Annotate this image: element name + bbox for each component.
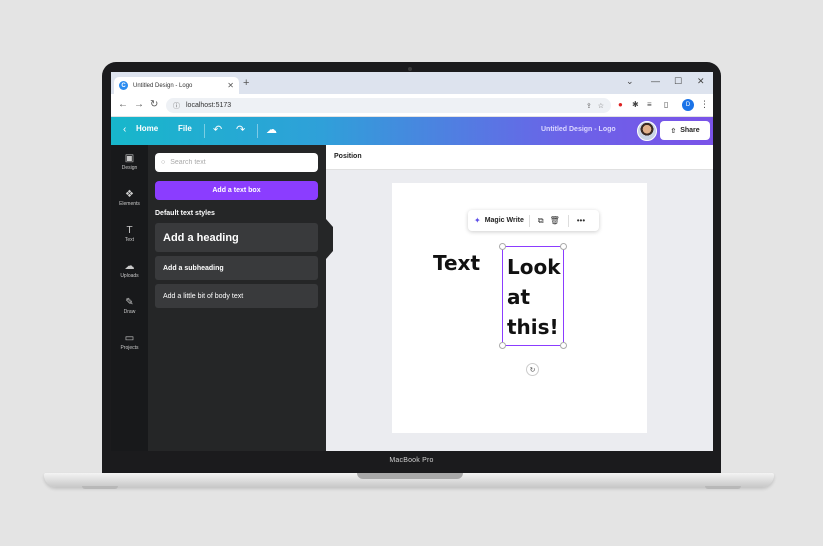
- browser-toolbar: ← → ↻ ⓘ localhost:5173 ⇪ ☆ ● ✱ ≡ ▯ D ⋮: [111, 94, 713, 117]
- browser-tabstrip: C Untitled Design - Logo ✕ + ⌄ — ☐ ✕: [111, 72, 713, 94]
- search-input[interactable]: [170, 159, 301, 166]
- omnibox[interactable]: ⓘ localhost:5173 ⇪ ☆: [166, 98, 611, 113]
- bookmark-star-icon[interactable]: ☆: [598, 102, 604, 110]
- add-subheading-button[interactable]: Add a subheading: [155, 256, 318, 280]
- search-box[interactable]: ○: [155, 153, 318, 172]
- tab-search-icon[interactable]: ⌄: [626, 76, 634, 87]
- share-label: Share: [680, 127, 700, 134]
- folder-icon: ▭: [124, 333, 135, 344]
- rail-item-uploads[interactable]: ☁ Uploads: [111, 261, 148, 279]
- layout-icon: ▣: [124, 153, 135, 164]
- pen-icon: ✎: [125, 297, 134, 308]
- context-toolbar: Position: [326, 145, 713, 170]
- editor-area: Position ✦ Magic Write ⧉ 🗑 ••• Text Look…: [326, 145, 713, 451]
- share-upload-icon: ⇧: [670, 127, 677, 135]
- resize-handle-top-right[interactable]: [560, 243, 567, 250]
- text-t-icon: T: [126, 225, 133, 236]
- selected-text-box[interactable]: Look at this!: [499, 243, 567, 349]
- share-page-icon[interactable]: ⇪: [586, 102, 592, 110]
- tab-title: Untitled Design - Logo: [133, 82, 193, 89]
- opera-extension-icon[interactable]: ●: [618, 100, 623, 109]
- shapes-icon: ❖: [125, 189, 134, 200]
- header-divider: [204, 124, 205, 138]
- maximize-icon[interactable]: ☐: [674, 76, 682, 87]
- profile-avatar[interactable]: D: [682, 99, 694, 111]
- cloud-save-icon[interactable]: ☁: [266, 123, 277, 136]
- resize-handle-bottom-right[interactable]: [560, 342, 567, 349]
- side-panel-icon[interactable]: ▯: [664, 100, 668, 109]
- site-info-icon[interactable]: ⓘ: [173, 101, 180, 111]
- duplicate-icon[interactable]: ⧉: [538, 216, 544, 226]
- cloud-upload-icon: ☁: [124, 261, 135, 272]
- chevron-left-icon[interactable]: ‹: [123, 124, 126, 135]
- laptop-foot-right: [705, 486, 741, 489]
- design-page[interactable]: ✦ Magic Write ⧉ 🗑 ••• Text Look at this!: [392, 183, 647, 433]
- add-body-text-button[interactable]: Add a little bit of body text: [155, 284, 318, 308]
- rotate-icon[interactable]: ↻: [526, 363, 539, 376]
- trash-icon[interactable]: 🗑: [550, 216, 560, 225]
- more-icon[interactable]: •••: [577, 216, 585, 225]
- back-icon[interactable]: ←: [118, 99, 128, 110]
- sparkle-icon: ✦: [474, 216, 481, 225]
- redo-icon[interactable]: ↷: [236, 123, 245, 136]
- tab-close-icon[interactable]: ✕: [227, 81, 234, 90]
- search-icon: ○: [161, 159, 166, 166]
- camera: [408, 67, 412, 71]
- undo-icon[interactable]: ↶: [213, 123, 222, 136]
- selected-text-line: this!: [507, 315, 559, 339]
- device-label: MacBook Pro: [389, 457, 434, 464]
- home-button[interactable]: Home: [136, 124, 158, 133]
- add-heading-button[interactable]: Add a heading: [155, 223, 318, 252]
- add-text-box-button[interactable]: Add a text box: [155, 181, 318, 200]
- rail-item-elements[interactable]: ❖ Elements: [111, 189, 148, 207]
- url-text: localhost:5173: [186, 102, 232, 109]
- app-header: ‹ Home File ↶ ↷ ☁ Untitled Design - Logo…: [111, 117, 713, 145]
- toolbar-divider: [528, 214, 530, 227]
- extensions-puzzle-icon[interactable]: ✱: [632, 100, 639, 109]
- minimize-icon[interactable]: —: [651, 76, 660, 86]
- file-menu-button[interactable]: File: [178, 124, 192, 133]
- user-avatar[interactable]: [637, 121, 657, 141]
- resize-handle-bottom-left[interactable]: [499, 342, 506, 349]
- side-rail: ▣ Design ❖ Elements T Text ☁ Uploads ✎ D…: [111, 145, 148, 451]
- laptop-chin: MacBook Pro: [102, 451, 721, 474]
- position-button[interactable]: Position: [334, 153, 362, 160]
- rail-item-text[interactable]: T Text: [111, 225, 148, 243]
- reload-icon[interactable]: ↻: [150, 99, 158, 110]
- floating-toolbar: ✦ Magic Write ⧉ 🗑 •••: [468, 210, 599, 231]
- close-window-icon[interactable]: ✕: [697, 76, 705, 87]
- toolbar-divider: [567, 214, 569, 227]
- selected-text-line: at: [507, 285, 531, 309]
- default-text-styles-heading: Default text styles: [155, 210, 215, 217]
- selected-text[interactable]: Look at this!: [507, 252, 561, 342]
- laptop-foot-left: [82, 486, 118, 489]
- text-panel: ○ Add a text box Default text styles Add…: [148, 145, 326, 451]
- rail-item-projects[interactable]: ▭ Projects: [111, 333, 148, 351]
- browser-menu-icon[interactable]: ⋮: [700, 99, 709, 110]
- forward-icon[interactable]: →: [134, 99, 144, 110]
- rail-item-design[interactable]: ▣ Design: [111, 153, 148, 171]
- screen: C Untitled Design - Logo ✕ + ⌄ — ☐ ✕ ← →…: [111, 72, 713, 451]
- canva-favicon-icon: C: [119, 81, 128, 90]
- laptop-notch: [357, 473, 463, 479]
- rail-item-draw[interactable]: ✎ Draw: [111, 297, 148, 315]
- browser-tab[interactable]: C Untitled Design - Logo ✕: [114, 77, 239, 94]
- reading-list-icon[interactable]: ≡: [647, 100, 652, 109]
- share-button[interactable]: ⇧ Share: [660, 121, 710, 140]
- magic-write-button[interactable]: Magic Write: [485, 217, 524, 224]
- resize-handle-top-left[interactable]: [499, 243, 506, 250]
- document-title[interactable]: Untitled Design - Logo: [541, 126, 616, 133]
- text-element[interactable]: Text: [433, 251, 480, 275]
- selected-text-line: Look: [507, 255, 561, 279]
- new-tab-icon[interactable]: +: [243, 77, 249, 89]
- header-divider: [257, 124, 258, 138]
